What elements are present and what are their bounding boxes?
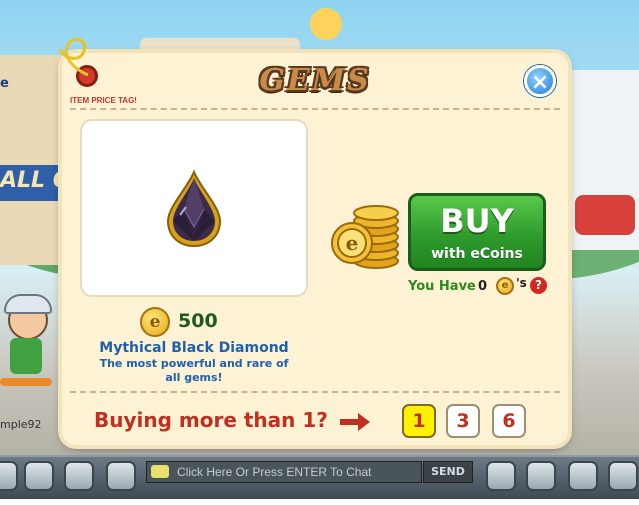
arrow-right-icon [340,413,370,431]
toolbar-profile-icon[interactable] [568,461,598,491]
ecoin-icon: e [140,307,170,337]
player-username: mple92 [0,418,42,431]
toolbar-search-icon[interactable] [608,461,638,491]
scene-ride-right [575,195,635,235]
chat-input[interactable]: Click Here Or Press ENTER To Chat [146,461,422,483]
ecoin-small-icon: e [496,277,514,295]
balance-count: 0 [478,279,488,294]
black-diamond-icon [166,169,222,248]
balance-suffix: 's [516,276,527,290]
toolbar-emote-icon[interactable] [486,461,516,491]
buy-sublabel: with eCoins [431,246,523,262]
buy-label: BUY [440,202,514,240]
toolbar-map-icon[interactable] [526,461,556,491]
close-button[interactable]: × [524,65,556,97]
toolbar-menu-icon[interactable] [0,461,18,491]
item-name: Mythical Black Diamond [99,340,289,356]
buy-with-ecoins-button[interactable]: BUY with eCoins [408,193,546,271]
balance-label: You Have [408,279,476,294]
dialog-title: GEMS [259,63,371,98]
price-tag-string-icon [58,37,89,77]
svg-text:e: e [346,231,359,255]
item-description: The most powerful and rare of all gems! [99,357,289,384]
help-icon[interactable]: ? [530,277,547,294]
divider-bottom [70,391,560,393]
scene-edge-letter: e [0,76,9,91]
price-value: 500 [178,310,218,332]
quantity-option-6[interactable]: 6 [492,404,526,438]
ecoin-stack-icon: e [331,205,399,269]
item-preview [80,119,308,297]
quantity-prompt: Buying more than 1? [94,408,328,432]
player-avatar[interactable] [0,290,52,400]
divider-top [70,108,560,110]
send-button[interactable]: SEND [423,461,473,483]
scene-balloon [310,8,342,40]
chat-bubble-icon [151,465,169,478]
gems-shop-dialog: GEMS × ITEM PRICE TAG! e 500 Mythical Bl… [58,37,568,445]
chat-placeholder: Click Here Or Press ENTER To Chat [177,465,372,479]
toolbar-inventory-icon[interactable] [106,461,136,491]
toolbar-tray-icon[interactable] [64,461,94,491]
quantity-option-3[interactable]: 3 [446,404,480,438]
quantity-option-1[interactable]: 1 [402,404,436,438]
toolbar-friends-icon[interactable] [24,461,54,491]
